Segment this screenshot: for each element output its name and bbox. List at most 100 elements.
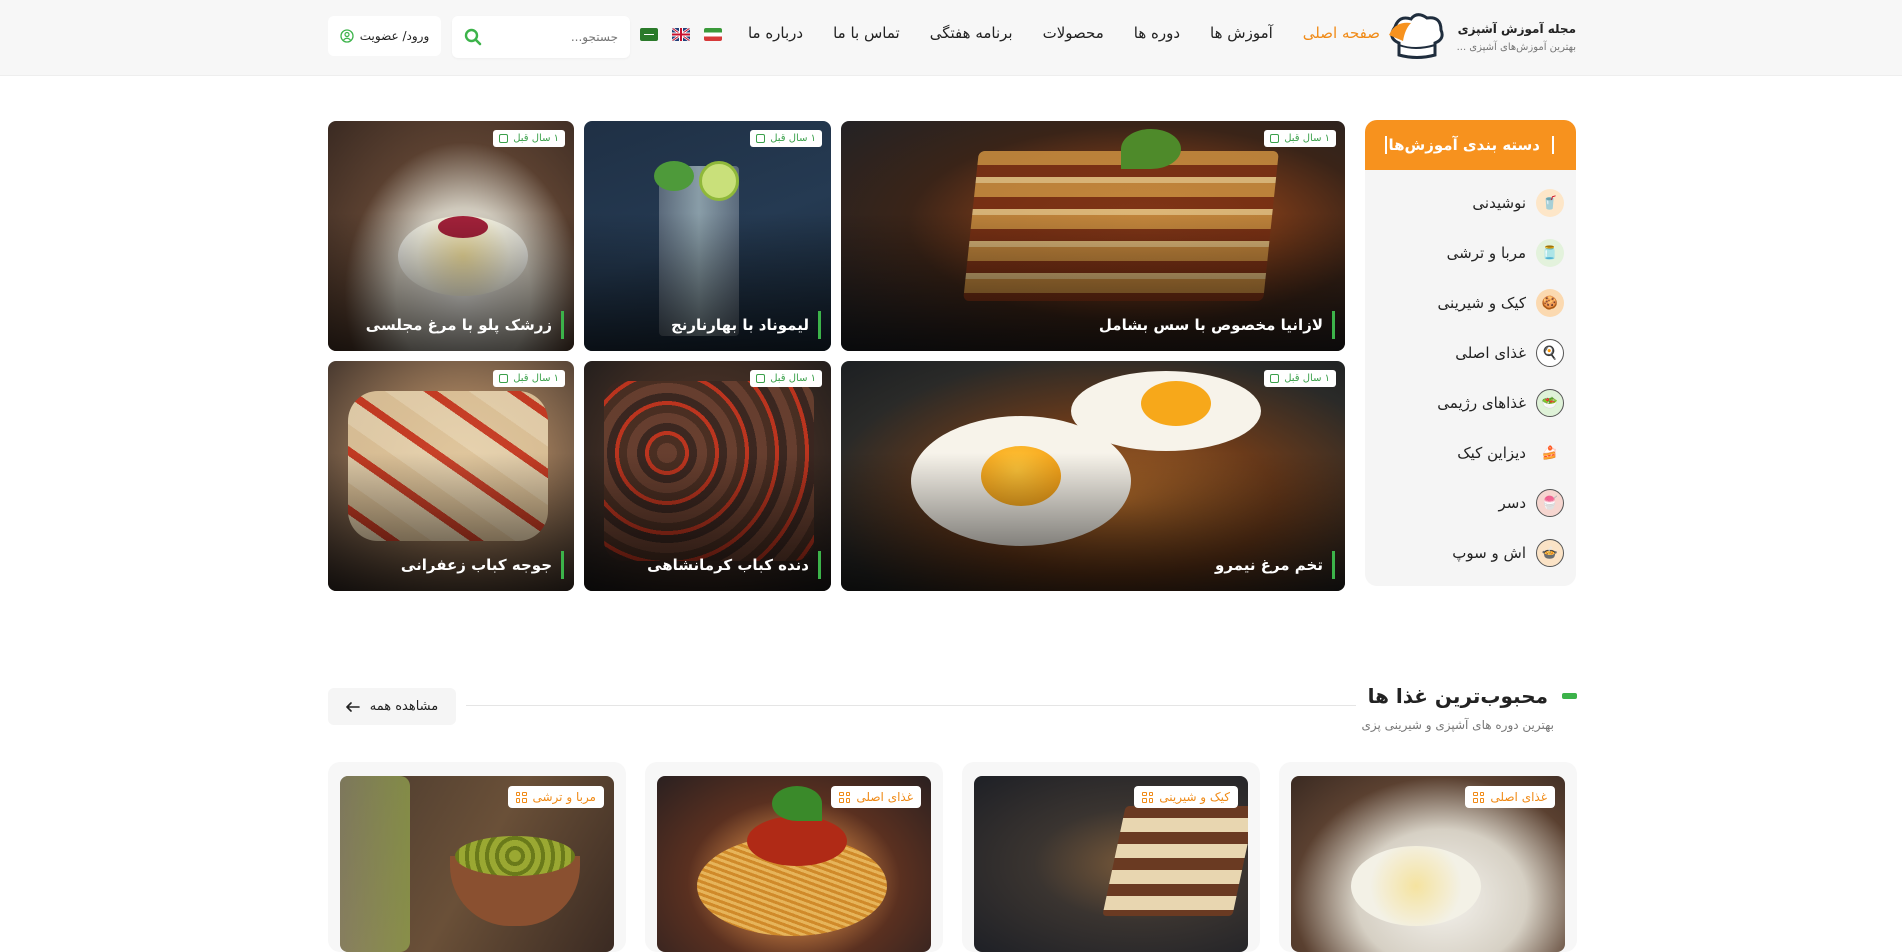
post-time-badge: ۱ سال قبل bbox=[1264, 130, 1336, 147]
tag-label: مربا و ترشی bbox=[532, 790, 597, 804]
featured-post-chicken-kebab[interactable]: ۱ سال قبل جوجه کباب زعفرانی bbox=[328, 361, 574, 591]
category-soup[interactable]: 🍲 اش و سوپ bbox=[1365, 528, 1576, 578]
drink-icon: 🥤 bbox=[1536, 189, 1564, 217]
chef-hat-icon bbox=[1388, 13, 1444, 59]
post-title: تخم مرغ نیمرو bbox=[1215, 556, 1323, 574]
post-title-wrap: جوجه کباب زعفرانی bbox=[401, 551, 564, 579]
accent-bar bbox=[561, 551, 564, 579]
post-time-badge: ۱ سال قبل bbox=[493, 370, 565, 387]
post-title-wrap: زرشک پلو با مرغ مجلسی bbox=[366, 311, 564, 339]
see-all-label: مشاهده همه bbox=[369, 699, 439, 714]
featured-post-zereshk-polo[interactable]: ۱ سال قبل زرشک پلو با مرغ مجلسی bbox=[328, 121, 574, 351]
grid-icon bbox=[515, 791, 527, 803]
search-input[interactable] bbox=[508, 30, 618, 44]
nav-contact[interactable]: تماس با ما bbox=[833, 24, 900, 42]
section-subtitle: بهترین دوره های آشپزی و شیرینی پزی bbox=[1361, 718, 1554, 732]
clock-icon bbox=[1270, 134, 1280, 143]
post-title-wrap: لازانیا مخصوص با سس بشامل bbox=[1099, 311, 1335, 339]
tag-label: غذای اصلی bbox=[856, 790, 913, 804]
post-time: ۱ سال قبل bbox=[513, 373, 559, 384]
category-drinks[interactable]: 🥤 نوشیدنی bbox=[1365, 178, 1576, 228]
flag-saudi-icon[interactable] bbox=[640, 28, 658, 41]
language-switcher bbox=[640, 28, 722, 41]
jar-icon: 🫙 bbox=[1536, 239, 1564, 267]
post-title-wrap: لیموناد با بهارنارنج bbox=[671, 311, 821, 339]
clock-icon bbox=[499, 374, 509, 383]
category-label: اش و سوپ bbox=[1452, 544, 1526, 562]
category-header: دسته بندی آموزش‌ها bbox=[1365, 120, 1576, 170]
main-nav: صفحه اصلی آموزش ها دوره ها محصولات برنام… bbox=[748, 24, 1380, 42]
post-time-badge: ۱ سال قبل bbox=[750, 130, 822, 147]
post-title-wrap: تخم مرغ نیمرو bbox=[1215, 551, 1335, 579]
post-title: لیموناد با بهارنارنج bbox=[670, 316, 809, 334]
lime-image bbox=[699, 161, 739, 201]
category-label: کیک و شیرینی bbox=[1437, 294, 1526, 312]
flag-uk-icon[interactable] bbox=[672, 28, 690, 41]
tag-label: غذای اصلی bbox=[1490, 790, 1547, 804]
category-jams[interactable]: 🫙 مربا و ترشی bbox=[1365, 228, 1576, 278]
nav-about[interactable]: درباره ما bbox=[748, 24, 803, 42]
category-label: دیزاین کیک bbox=[1457, 444, 1526, 462]
tag-label: کیک و شیرینی bbox=[1159, 790, 1230, 804]
category-tag[interactable]: کیک و شیرینی bbox=[1134, 786, 1238, 808]
flag-iran-icon[interactable] bbox=[704, 28, 722, 41]
post-time-badge: ۱ سال قبل bbox=[493, 130, 565, 147]
post-title-wrap: دنده کباب کرمانشاهی bbox=[647, 551, 821, 579]
popular-card[interactable]: غذای اصلی bbox=[645, 762, 943, 952]
nav-tutorials[interactable]: آموزش ها bbox=[1210, 24, 1273, 42]
post-title: زرشک پلو با مرغ مجلسی bbox=[365, 316, 552, 334]
nav-weekly-plan[interactable]: برنامه هفتگی bbox=[930, 24, 1013, 42]
nav-home[interactable]: صفحه اصلی bbox=[1303, 24, 1380, 42]
post-time: ۱ سال قبل bbox=[1284, 373, 1330, 384]
see-all-button[interactable]: مشاهده همه bbox=[328, 688, 456, 725]
grid-icon bbox=[1142, 791, 1154, 803]
featured-post-lasagna[interactable]: ۱ سال قبل لازانیا مخصوص با سس بشامل bbox=[841, 121, 1345, 351]
nav-courses[interactable]: دوره ها bbox=[1134, 24, 1180, 42]
site-header: مجله آموزش آشپزی بهترین آموزش‌های آشپزی … bbox=[0, 0, 1902, 76]
category-label: غذای اصلی bbox=[1455, 344, 1526, 362]
yolk-image bbox=[1141, 381, 1211, 426]
clock-icon bbox=[1270, 374, 1280, 383]
category-cake-design[interactable]: 🍰 دیزاین کیک bbox=[1365, 428, 1576, 478]
popular-card[interactable]: مربا و ترشی bbox=[328, 762, 626, 952]
nav-products[interactable]: محصولات bbox=[1043, 24, 1104, 42]
accent-bar bbox=[1332, 551, 1335, 579]
popular-card[interactable]: کیک و شیرینی bbox=[962, 762, 1260, 952]
category-label: مربا و ترشی bbox=[1446, 244, 1526, 262]
category-main-dish[interactable]: 🍳 غذای اصلی bbox=[1365, 328, 1576, 378]
user-icon bbox=[340, 29, 354, 43]
soup-icon: 🍲 bbox=[1536, 539, 1564, 567]
featured-post-rib-kebab[interactable]: ۱ سال قبل دنده کباب کرمانشاهی bbox=[584, 361, 831, 591]
post-title: جوجه کباب زعفرانی bbox=[400, 556, 552, 574]
grid-icon bbox=[1473, 791, 1485, 803]
grid-icon bbox=[839, 791, 851, 803]
cake-slice-icon: 🍰 bbox=[1541, 445, 1559, 461]
popular-card[interactable]: غذای اصلی bbox=[1279, 762, 1577, 952]
category-diet[interactable]: 🥗 غذاهای رژیمی bbox=[1365, 378, 1576, 428]
post-time-badge: ۱ سال قبل bbox=[750, 370, 822, 387]
rice-image bbox=[1351, 846, 1481, 926]
site-logo[interactable]: مجله آموزش آشپزی بهترین آموزش‌های آشپزی … bbox=[1385, 12, 1576, 62]
post-time-badge: ۱ سال قبل bbox=[1264, 370, 1336, 387]
category-label: نوشیدنی bbox=[1472, 194, 1526, 212]
login-button[interactable]: ورود/ عضویت bbox=[328, 16, 441, 56]
post-title: دنده کباب کرمانشاهی bbox=[647, 556, 809, 574]
basil-leaf-image bbox=[1121, 129, 1181, 169]
category-cakes[interactable]: 🍪 کیک و شیرینی bbox=[1365, 278, 1576, 328]
category-tag[interactable]: غذای اصلی bbox=[1465, 786, 1555, 808]
search-icon[interactable] bbox=[464, 28, 482, 46]
featured-post-fried-egg[interactable]: ۱ سال قبل تخم مرغ نیمرو bbox=[841, 361, 1345, 591]
category-title: دسته بندی آموزش‌ها bbox=[1388, 136, 1540, 154]
accent-bar bbox=[1332, 311, 1335, 339]
featured-post-lemonade[interactable]: ۱ سال قبل لیموناد با بهارنارنج bbox=[584, 121, 831, 351]
category-sidebar: دسته بندی آموزش‌ها 🥤 نوشیدنی 🫙 مربا و تر… bbox=[1365, 120, 1576, 586]
category-label: دسر bbox=[1498, 494, 1526, 512]
category-tag[interactable]: غذای اصلی bbox=[831, 786, 921, 808]
cookie-icon: 🍪 bbox=[1536, 289, 1564, 317]
category-dessert[interactable]: 🍧 دسر bbox=[1365, 478, 1576, 528]
section-title: محبوب‌ترین غذا ها bbox=[1367, 684, 1548, 708]
post-title: لازانیا مخصوص با سس بشامل bbox=[1098, 316, 1323, 334]
post-time: ۱ سال قبل bbox=[770, 133, 816, 144]
category-tag[interactable]: مربا و ترشی bbox=[507, 786, 604, 808]
header-divider bbox=[1385, 136, 1387, 154]
